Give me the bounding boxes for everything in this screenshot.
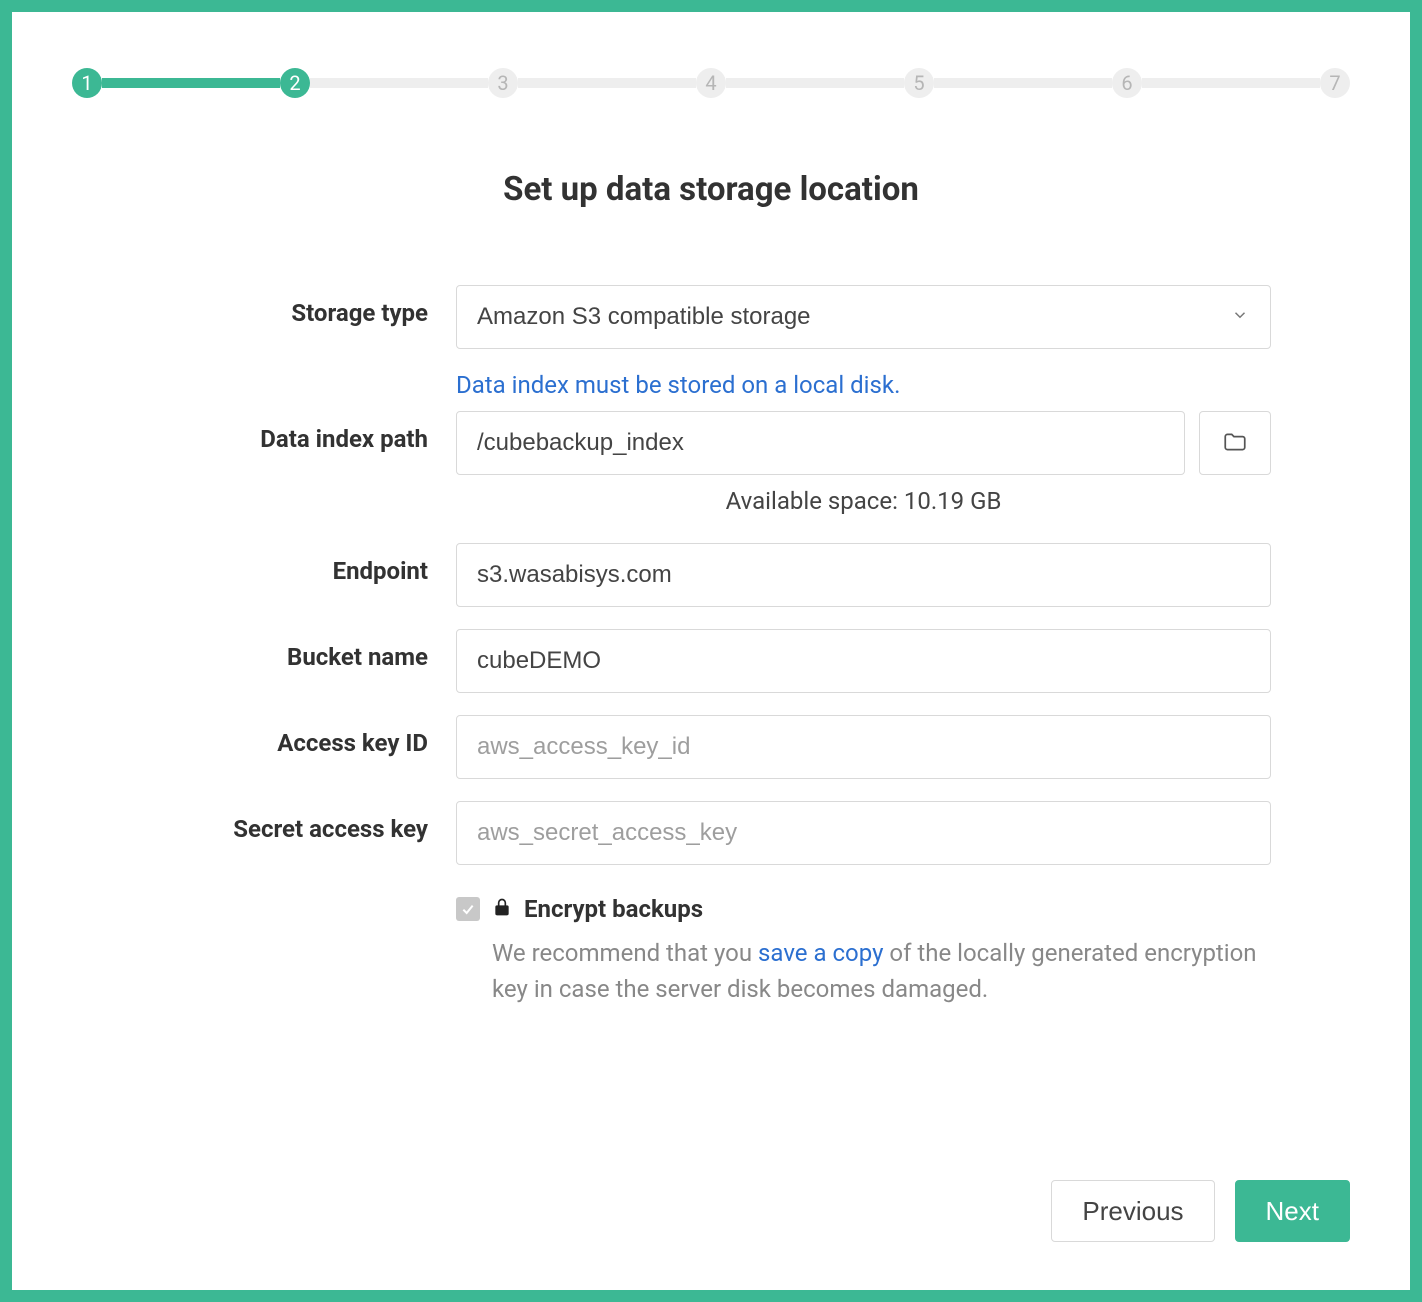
step-line-2-3 — [310, 78, 488, 88]
storage-type-select[interactable] — [456, 285, 1271, 349]
next-button[interactable]: Next — [1235, 1180, 1350, 1242]
step-3[interactable]: 3 — [488, 68, 518, 98]
step-2[interactable]: 2 — [280, 68, 310, 98]
label-secret-key: Secret access key — [151, 801, 456, 843]
footer-buttons: Previous Next — [1051, 1180, 1350, 1242]
form: Storage type Data index path Data index … — [151, 285, 1271, 1007]
encrypt-label: Encrypt backups — [524, 895, 703, 923]
step-5[interactable]: 5 — [904, 68, 934, 98]
row-encrypt: Encrypt backups We recommend that you sa… — [151, 887, 1271, 1007]
encrypt-checkbox[interactable] — [456, 897, 480, 921]
step-line-3-4 — [518, 78, 696, 88]
row-secret-key: Secret access key — [151, 801, 1271, 865]
save-copy-link[interactable]: save a copy — [758, 939, 883, 967]
access-key-input[interactable] — [456, 715, 1271, 779]
label-endpoint: Endpoint — [151, 543, 456, 585]
row-access-key: Access key ID — [151, 715, 1271, 779]
stepper: 1 2 3 4 5 6 7 — [72, 68, 1350, 98]
label-bucket: Bucket name — [151, 629, 456, 671]
label-storage-type: Storage type — [151, 285, 456, 327]
previous-button[interactable]: Previous — [1051, 1180, 1214, 1242]
data-index-path-input[interactable] — [456, 411, 1185, 475]
available-space: Available space: 10.19 GB — [456, 487, 1271, 515]
step-line-5-6 — [934, 78, 1112, 88]
folder-icon — [1222, 429, 1248, 458]
step-line-6-7 — [1142, 78, 1320, 88]
step-1[interactable]: 1 — [72, 68, 102, 98]
row-storage-type: Storage type — [151, 285, 1271, 349]
secret-key-input[interactable] — [456, 801, 1271, 865]
label-data-index: Data index path — [151, 371, 456, 453]
setup-card: 1 2 3 4 5 6 7 Set up data storage locati… — [12, 12, 1410, 1290]
storage-type-value[interactable] — [456, 285, 1271, 349]
lock-icon — [492, 897, 512, 922]
step-6[interactable]: 6 — [1112, 68, 1142, 98]
step-line-1-2 — [102, 78, 280, 88]
row-bucket: Bucket name — [151, 629, 1271, 693]
step-4[interactable]: 4 — [696, 68, 726, 98]
row-endpoint: Endpoint — [151, 543, 1271, 607]
encrypt-help: We recommend that you save a copy of the… — [456, 935, 1271, 1007]
browse-button[interactable] — [1199, 411, 1271, 475]
step-line-4-5 — [726, 78, 904, 88]
bucket-input[interactable] — [456, 629, 1271, 693]
endpoint-input[interactable] — [456, 543, 1271, 607]
row-data-index: Data index path Data index must be store… — [151, 371, 1271, 515]
encrypt-help-prefix: We recommend that you — [492, 939, 758, 967]
page-title: Set up data storage location — [72, 170, 1350, 209]
step-7[interactable]: 7 — [1320, 68, 1350, 98]
data-index-note: Data index must be stored on a local dis… — [456, 371, 1271, 399]
label-access-key: Access key ID — [151, 715, 456, 757]
